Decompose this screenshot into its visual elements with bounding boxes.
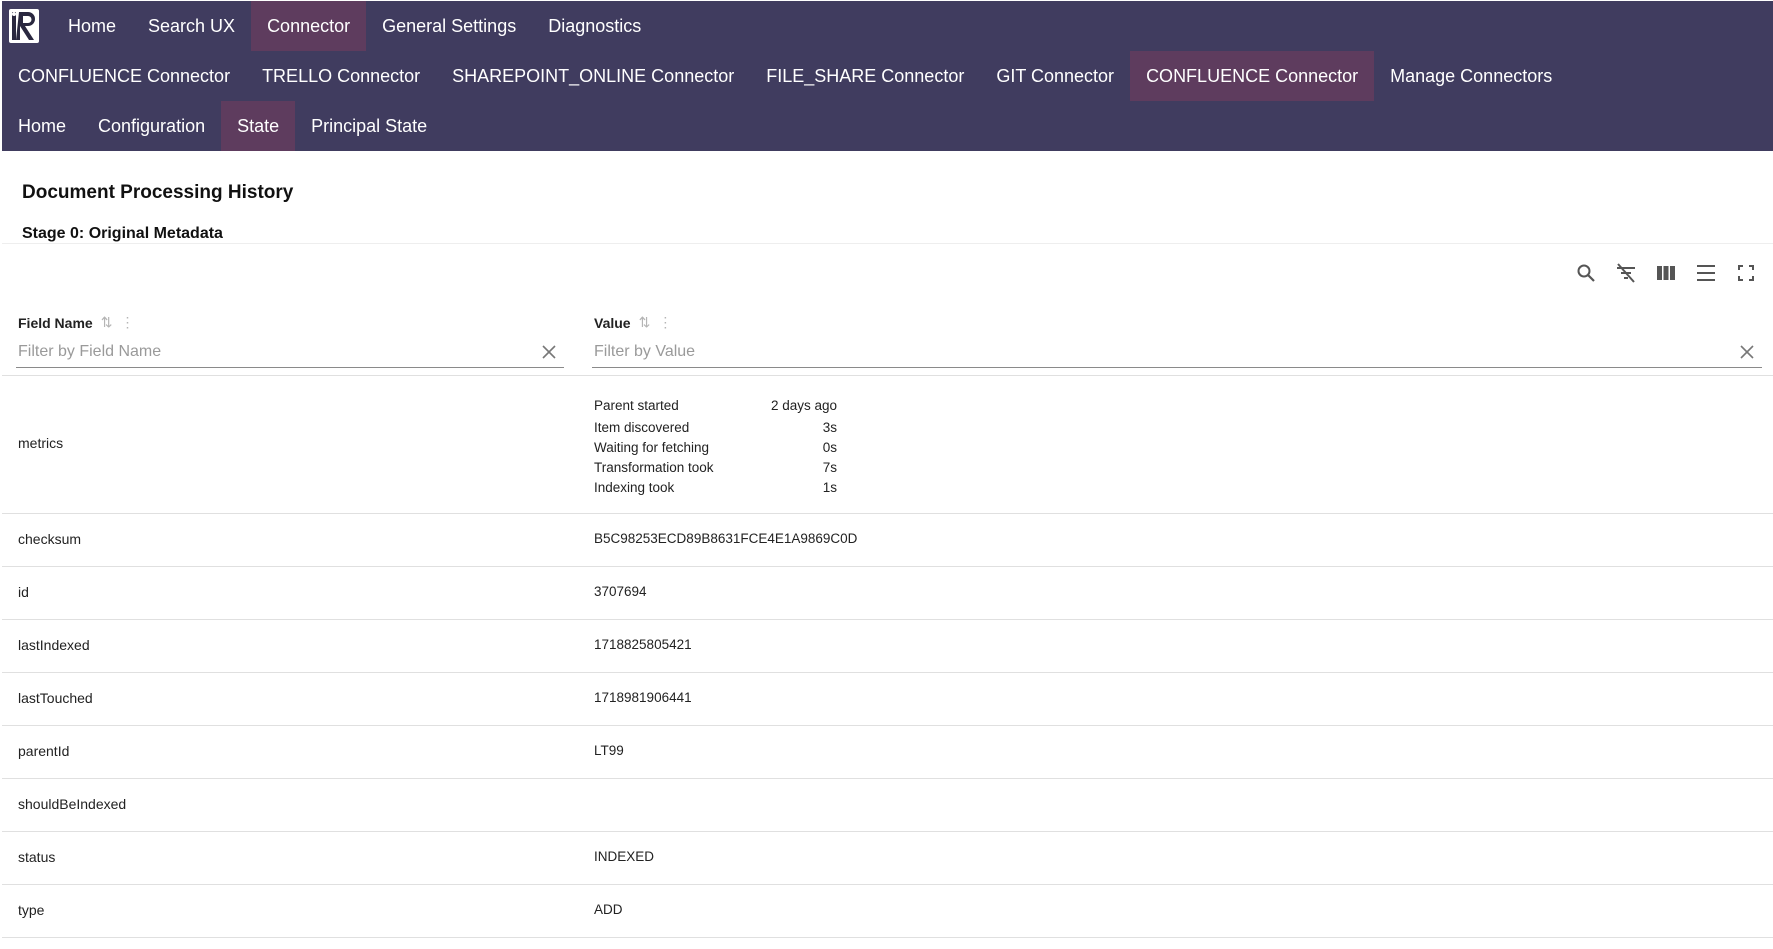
table-row: metrics Parent started 2 days ago Item d…	[2, 375, 1773, 513]
divider	[2, 243, 1773, 244]
nav-sharepoint-connector[interactable]: SHAREPOINT_ONLINE Connector	[436, 51, 750, 101]
value-cell: 1718825805421	[594, 637, 692, 652]
column-menu-icon[interactable]: ⋮	[120, 314, 134, 331]
table-row: checksum B5C98253ECD89B8631FCE4E1A9869C0…	[2, 513, 1773, 566]
column-header-label: Value	[594, 314, 631, 331]
stage-title: Stage 0: Original Metadata	[22, 225, 223, 242]
sub-nav: Home Configuration State Principal State	[2, 101, 443, 151]
value-cell: INDEXED	[594, 849, 655, 864]
metrics-line: Transformation took 7s	[594, 457, 837, 477]
metrics-label: Item discovered	[594, 419, 690, 435]
nav-search-ux[interactable]: Search UX	[132, 1, 251, 51]
metrics-line: Waiting for fetching 0s	[594, 437, 837, 457]
table-row: id 3707694	[2, 566, 1773, 619]
field-name-cell: type	[18, 902, 45, 918]
top-navigation: Home Search UX Connector General Setting…	[2, 1, 1773, 151]
subnav-home[interactable]: Home	[2, 101, 82, 151]
column-header-label: Field Name	[18, 314, 93, 331]
sort-icon[interactable]: ⇅	[639, 314, 651, 331]
field-name-cell: id	[18, 584, 29, 600]
clear-filter-icon[interactable]	[1736, 341, 1758, 363]
field-name-cell: lastTouched	[18, 690, 93, 706]
value-filter-input[interactable]	[592, 342, 1736, 361]
nav-diagnostics[interactable]: Diagnostics	[532, 1, 657, 51]
field-name-cell: lastIndexed	[18, 637, 90, 653]
table-row: type ADD	[2, 884, 1773, 937]
fullscreen-icon[interactable]	[1733, 260, 1759, 286]
metrics-line: Item discovered 3s	[594, 417, 837, 437]
connector-nav: CONFLUENCE Connector TRELLO Connector SH…	[2, 51, 1568, 101]
nav-confluence-connector-active[interactable]: CONFLUENCE Connector	[1130, 51, 1375, 101]
metrics-label: Transformation took	[594, 459, 714, 475]
nav-home[interactable]: Home	[52, 1, 132, 51]
metrics-label: Waiting for fetching	[594, 439, 710, 455]
subnav-configuration[interactable]: Configuration	[82, 101, 221, 151]
clear-filter-icon[interactable]	[538, 341, 560, 363]
value-cell: 3707694	[594, 584, 647, 599]
metadata-table: metrics Parent started 2 days ago Item d…	[2, 375, 1773, 941]
search-icon[interactable]	[1573, 260, 1599, 286]
clear-filters-icon[interactable]	[1613, 260, 1639, 286]
columns-icon[interactable]	[1653, 260, 1679, 286]
nav-general-settings[interactable]: General Settings	[366, 1, 532, 51]
density-icon[interactable]	[1693, 260, 1719, 286]
table-row: parentId LT99	[2, 725, 1773, 778]
table-row	[2, 937, 1773, 941]
metrics-line: Indexing took 1s	[594, 477, 837, 497]
metrics-value: 1s	[822, 479, 837, 495]
metrics-line: Parent started 2 days ago	[594, 393, 837, 417]
metrics-label: Indexing took	[594, 479, 675, 495]
nav-manage-connectors[interactable]: Manage Connectors	[1374, 51, 1568, 101]
app-logo[interactable]	[9, 9, 39, 43]
nav-file-share-connector[interactable]: FILE_SHARE Connector	[750, 51, 980, 101]
table-toolbar	[1573, 260, 1759, 286]
metrics-value: 3s	[822, 419, 837, 435]
primary-nav: Home Search UX Connector General Setting…	[2, 1, 657, 51]
metrics-value-cell: Parent started 2 days ago Item discovere…	[594, 393, 837, 497]
field-name-cell: checksum	[18, 531, 82, 547]
field-name-filter-input[interactable]	[16, 342, 538, 361]
field-name-cell: metrics	[18, 435, 64, 451]
table-row: lastTouched 1718981906441	[2, 672, 1773, 725]
subnav-state[interactable]: State	[221, 101, 296, 151]
nav-connector[interactable]: Connector	[251, 1, 367, 51]
value-cell: B5C98253ECD89B8631FCE4E1A9869C0D	[594, 531, 858, 546]
table-row: shouldBeIndexed	[2, 778, 1773, 831]
value-cell: ADD	[594, 902, 623, 917]
table-row: lastIndexed 1718825805421	[2, 619, 1773, 672]
sort-icon[interactable]: ⇅	[101, 314, 113, 331]
nav-confluence-connector[interactable]: CONFLUENCE Connector	[2, 51, 246, 101]
value-cell: 1718981906441	[594, 690, 692, 705]
field-name-cell: parentId	[18, 743, 70, 759]
page-title: Document Processing History	[22, 182, 294, 203]
field-name-filter	[16, 336, 564, 368]
table-row: status INDEXED	[2, 831, 1773, 884]
nav-trello-connector[interactable]: TRELLO Connector	[246, 51, 436, 101]
metrics-value: 7s	[822, 459, 837, 475]
field-name-cell: status	[18, 849, 56, 865]
metrics-value: 0s	[822, 439, 837, 455]
column-header-value[interactable]: Value ⇅ ⋮	[594, 314, 672, 331]
value-filter	[592, 336, 1762, 368]
column-menu-icon[interactable]: ⋮	[658, 314, 672, 331]
column-header-field-name[interactable]: Field Name ⇅ ⋮	[18, 314, 134, 331]
field-name-cell: shouldBeIndexed	[18, 796, 127, 812]
metrics-value: 2 days ago	[770, 397, 837, 413]
subnav-principal-state[interactable]: Principal State	[295, 101, 443, 151]
metrics-label: Parent started	[594, 397, 679, 413]
value-cell: LT99	[594, 743, 624, 758]
nav-git-connector[interactable]: GIT Connector	[980, 51, 1130, 101]
